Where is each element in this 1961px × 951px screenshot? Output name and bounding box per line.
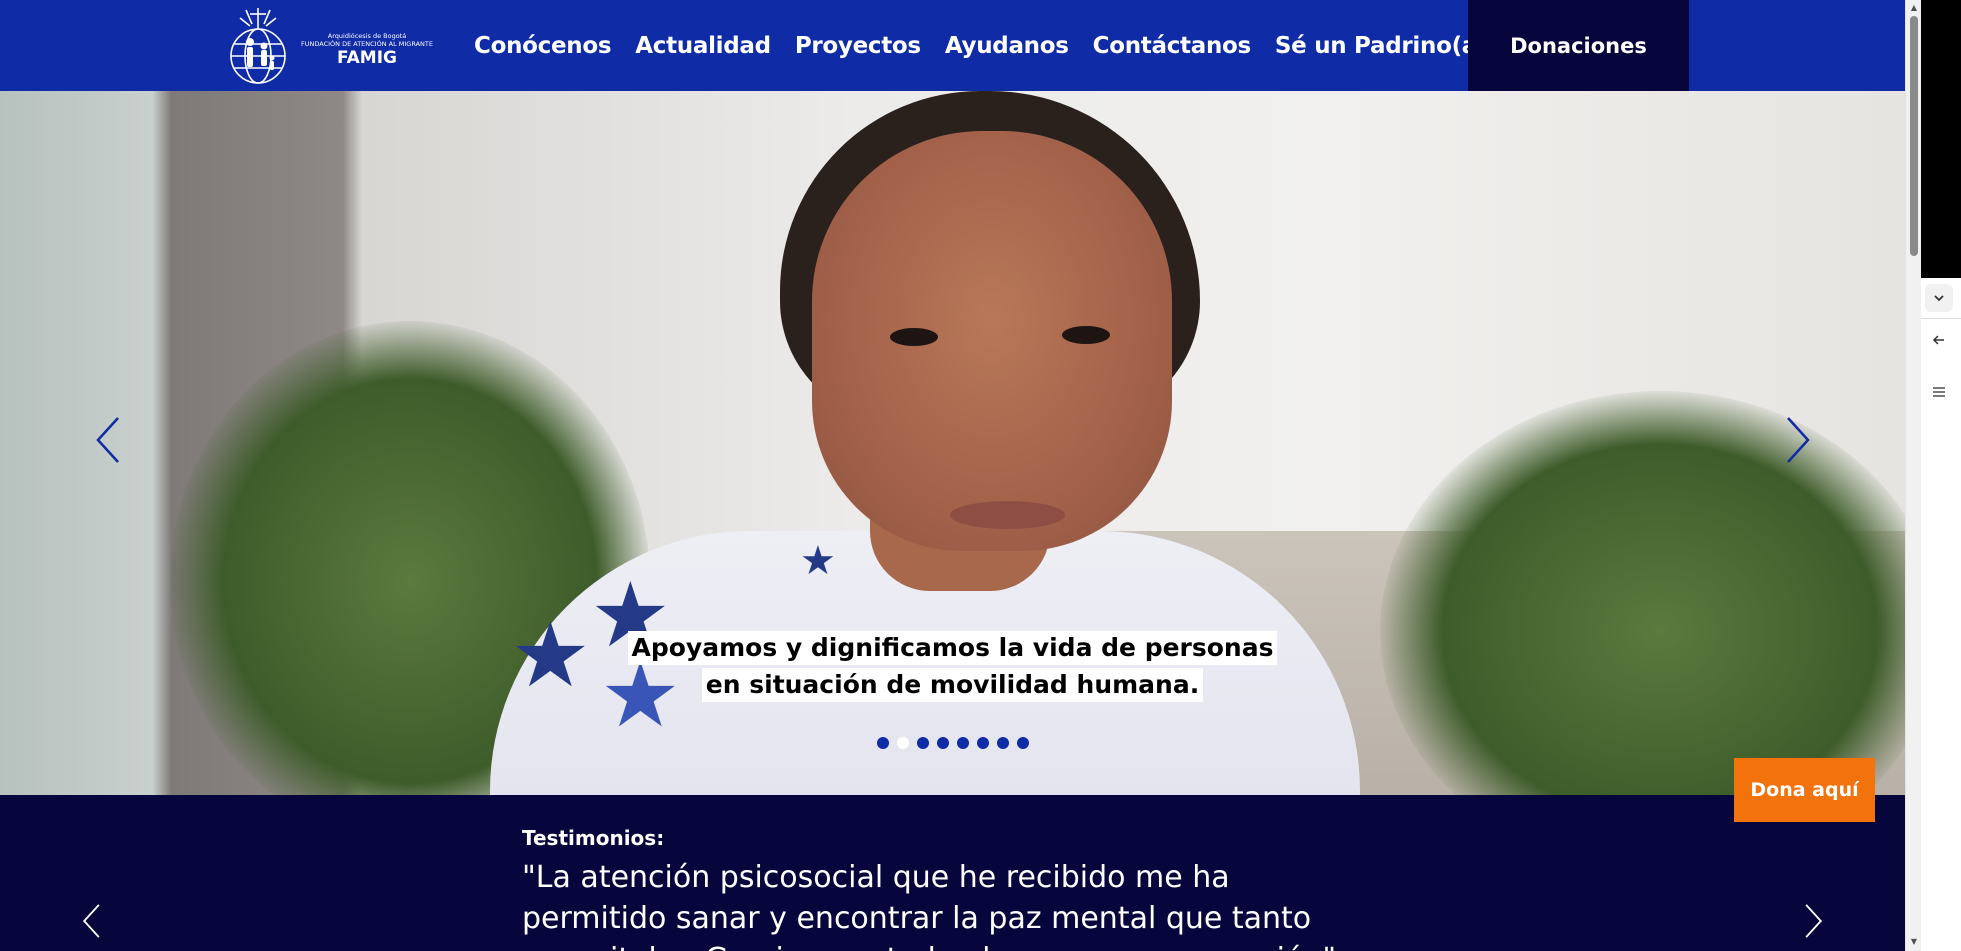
nav-item-contactanos[interactable]: Contáctanos — [1081, 33, 1263, 59]
website-viewport: Arquidiócesis de Bogotá FUNDACIÓN DE ATE… — [0, 0, 1905, 951]
testimonials-section: Testimonios: "La atención psicosocial qu… — [0, 795, 1905, 951]
chevron-right-icon — [1787, 417, 1810, 463]
slide-dot[interactable] — [897, 737, 909, 749]
nav-item-padrino[interactable]: Sé un Padrino(a) — [1263, 33, 1499, 59]
side-panel-toggle[interactable] — [1925, 284, 1953, 312]
side-panel-menu[interactable] — [1925, 378, 1953, 406]
side-panel-back[interactable] — [1925, 326, 1953, 354]
testimonial-prev-arrow[interactable] — [78, 899, 108, 943]
globe-family-logo-icon — [230, 8, 286, 84]
testimonial-quote: "La atención psicosocial que he recibido… — [522, 860, 1336, 951]
chevron-down-icon — [1934, 295, 1944, 302]
scrollbar-thumb[interactable] — [1910, 16, 1918, 256]
hero-photo-face — [812, 131, 1172, 551]
hero-caption: Apoyamos y dignificamos la vida de perso… — [0, 631, 1905, 702]
hero-caption-line1: Apoyamos y dignificamos la vida de perso… — [627, 631, 1278, 665]
scroll-down-arrow-icon[interactable]: ▼ — [1909, 937, 1919, 947]
site-header: Arquidiócesis de Bogotá FUNDACIÓN DE ATE… — [0, 0, 1905, 91]
scroll-up-arrow-icon[interactable]: ▲ — [1909, 3, 1919, 13]
nav-item-proyectos[interactable]: Proyectos — [783, 33, 933, 59]
slide-dot[interactable] — [877, 737, 889, 749]
hero-next-arrow[interactable] — [1776, 410, 1816, 470]
logo-archdiocese: Arquidiócesis de Bogotá — [327, 32, 407, 40]
dona-aqui-button[interactable]: Dona aquí — [1734, 758, 1875, 822]
hero-photo-plant-right — [1380, 391, 1905, 795]
testimonial-next-arrow[interactable] — [1797, 899, 1827, 943]
famig-logo[interactable]: Arquidiócesis de Bogotá FUNDACIÓN DE ATE… — [224, 6, 434, 86]
browser-side-panel — [1921, 0, 1961, 951]
nav-item-actualidad[interactable]: Actualidad — [623, 33, 783, 59]
slide-dot[interactable] — [957, 737, 969, 749]
side-panel-divider — [1921, 318, 1961, 319]
hero-photo-eye — [890, 328, 938, 346]
hero-slideshow: ★ ★ ★ ★ Apoyamos y dignificamos la vida … — [0, 91, 1905, 795]
logo-name: FAMIG — [336, 48, 397, 68]
slide-dot[interactable] — [1017, 737, 1029, 749]
slideshow-dots — [877, 737, 1029, 749]
slide-dot[interactable] — [917, 737, 929, 749]
hero-prev-arrow[interactable] — [90, 410, 130, 470]
hero-photo-lips — [950, 501, 1065, 529]
chevron-left-icon — [96, 417, 119, 463]
slide-dot[interactable] — [937, 737, 949, 749]
hero-photo-eye — [1062, 326, 1110, 344]
logo-foundation: FUNDACIÓN DE ATENCIÓN AL MIGRANTE — [301, 40, 433, 48]
nav-item-ayudanos[interactable]: Ayudanos — [933, 33, 1081, 59]
slide-dot[interactable] — [977, 737, 989, 749]
main-nav: Conócenos Actualidad Proyectos Ayudanos … — [462, 0, 1499, 91]
chevron-right-icon — [1805, 904, 1823, 938]
slide-dot[interactable] — [997, 737, 1009, 749]
shirt-star-decoration: ★ — [800, 538, 836, 584]
testimonials-label: Testimonios: — [522, 826, 665, 850]
hero-caption-line2: en situación de movilidad humana. — [701, 668, 1204, 702]
nav-item-conocenos[interactable]: Conócenos — [462, 33, 623, 59]
donaciones-button[interactable]: Donaciones — [1468, 0, 1689, 91]
chevron-left-icon — [82, 904, 100, 938]
page-scrollbar[interactable]: ▲ ▼ — [1905, 0, 1921, 951]
arrow-left-icon — [1932, 335, 1944, 345]
logo-text: Arquidiócesis de Bogotá FUNDACIÓN DE ATE… — [292, 32, 442, 68]
menu-icon — [1933, 387, 1945, 397]
